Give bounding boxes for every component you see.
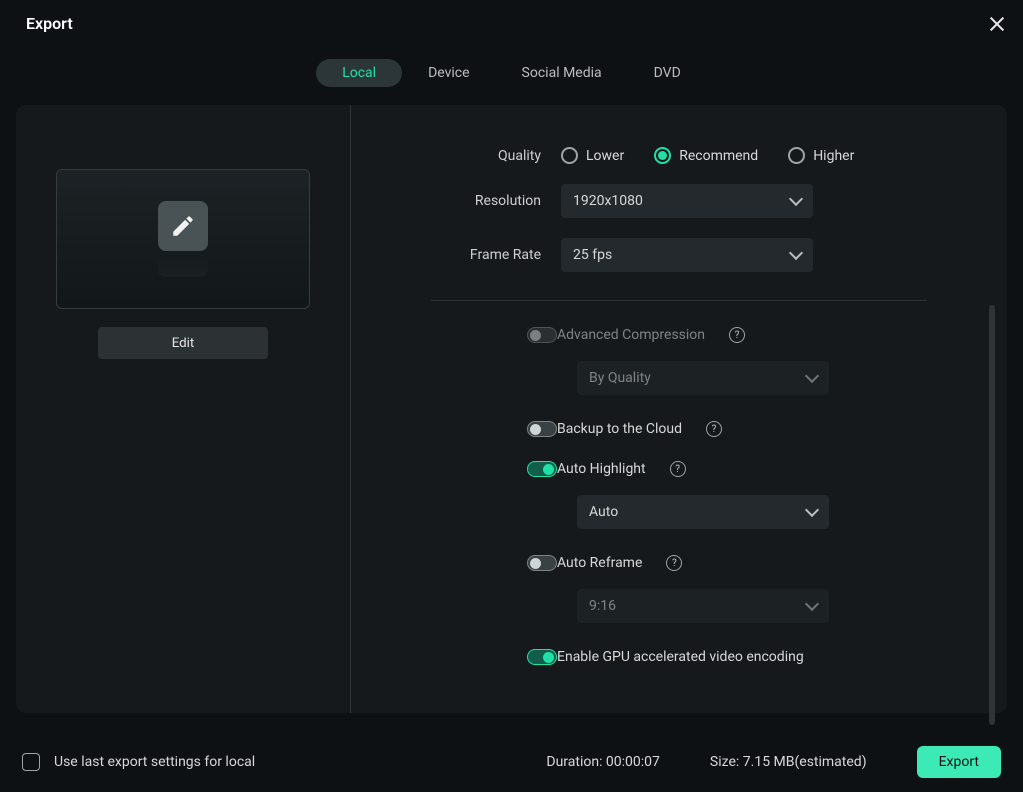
edit-button[interactable]: Edit (98, 327, 268, 359)
size-label: Size: 7.15 MB(estimated) (710, 754, 867, 770)
pencil-edit-icon (158, 201, 208, 251)
window-title: Export (26, 14, 73, 33)
tab-local[interactable]: Local (316, 59, 402, 87)
resolution-row: Resolution 1920x1080 (431, 184, 927, 218)
chevron-down-icon (789, 246, 803, 260)
radio-dot-icon (788, 147, 805, 164)
settings-column: Quality Lower Recommend Higher Resolutio… (351, 105, 1007, 713)
tab-dvd[interactable]: DVD (628, 59, 707, 87)
duration-label: Duration: 00:00:07 (546, 754, 660, 770)
radio-dot-icon (561, 147, 578, 164)
framerate-value: 25 fps (573, 247, 612, 263)
help-icon[interactable]: ? (666, 555, 682, 571)
preview-reflection (158, 255, 208, 277)
quality-radio-group: Lower Recommend Higher (561, 147, 854, 164)
use-last-settings-label: Use last export settings for local (54, 754, 255, 770)
tab-device[interactable]: Device (402, 59, 495, 87)
auto-highlight-row: Auto Highlight ? (431, 461, 927, 477)
help-icon[interactable]: ? (706, 421, 722, 437)
resolution-value: 1920x1080 (573, 193, 643, 209)
backup-label: Backup to the Cloud (557, 421, 682, 437)
quality-lower-radio[interactable]: Lower (561, 147, 624, 164)
quality-recommend-label: Recommend (679, 148, 758, 164)
export-tabs: Local Device Social Media DVD (0, 59, 1023, 87)
export-button[interactable]: Export (917, 746, 1001, 778)
auto-highlight-toggle[interactable] (527, 461, 557, 477)
auto-reframe-toggle[interactable] (527, 555, 557, 571)
adv-compression-mode-row: By Quality (431, 361, 927, 395)
framerate-select[interactable]: 25 fps (561, 238, 813, 272)
quality-higher-label: Higher (813, 148, 854, 164)
gpu-row: Enable GPU accelerated video encoding (431, 649, 927, 665)
chevron-down-icon (805, 597, 819, 611)
adv-compression-row: Advanced Compression ? (431, 327, 927, 343)
chevron-down-icon (789, 192, 803, 206)
scrollbar[interactable] (989, 305, 995, 725)
settings-panel: Edit Quality Lower Recommend Higher (16, 105, 1007, 713)
auto-reframe-ratio-select: 9:16 (577, 589, 829, 623)
adv-compression-label: Advanced Compression (557, 327, 705, 343)
preview-column: Edit (16, 105, 351, 713)
help-icon[interactable]: ? (670, 461, 686, 477)
adv-compression-mode-select: By Quality (577, 361, 829, 395)
framerate-label: Frame Rate (431, 247, 561, 263)
resolution-select[interactable]: 1920x1080 (561, 184, 813, 218)
tab-social-media[interactable]: Social Media (496, 59, 628, 87)
quality-recommend-radio[interactable]: Recommend (654, 147, 758, 164)
resolution-label: Resolution (431, 193, 561, 209)
gpu-label: Enable GPU accelerated video encoding (557, 649, 804, 665)
auto-highlight-label: Auto Highlight (557, 461, 646, 477)
auto-reframe-label: Auto Reframe (557, 555, 642, 571)
help-icon[interactable]: ? (729, 327, 745, 343)
auto-highlight-mode-value: Auto (589, 504, 618, 520)
footer: Use last export settings for local Durat… (0, 732, 1023, 792)
adv-compression-mode-value: By Quality (589, 370, 651, 386)
backup-row: Backup to the Cloud ? (431, 421, 927, 437)
close-icon[interactable] (989, 16, 1005, 32)
chevron-down-icon (805, 503, 819, 517)
quality-lower-label: Lower (586, 148, 624, 164)
auto-highlight-mode-row: Auto (431, 495, 927, 529)
chevron-down-icon (805, 369, 819, 383)
quality-higher-radio[interactable]: Higher (788, 147, 854, 164)
quality-label: Quality (431, 148, 561, 164)
auto-reframe-row: Auto Reframe ? (431, 555, 927, 571)
gpu-toggle[interactable] (527, 649, 557, 665)
adv-compression-toggle[interactable] (527, 327, 557, 343)
divider (431, 300, 927, 301)
quality-row: Quality Lower Recommend Higher (431, 147, 927, 164)
use-last-settings-checkbox[interactable] (22, 753, 40, 771)
auto-reframe-ratio-row: 9:16 (431, 589, 927, 623)
backup-toggle[interactable] (527, 421, 557, 437)
video-preview (56, 169, 310, 309)
auto-highlight-mode-select[interactable]: Auto (577, 495, 829, 529)
framerate-row: Frame Rate 25 fps (431, 238, 927, 272)
radio-dot-icon (654, 147, 671, 164)
auto-reframe-ratio-value: 9:16 (589, 598, 616, 614)
